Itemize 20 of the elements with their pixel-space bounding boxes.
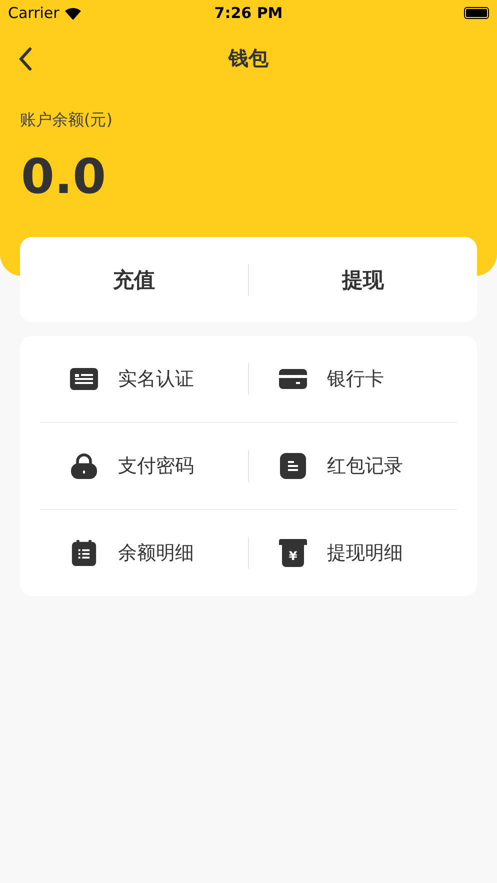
menu-item[interactable]: 银行卡: [249, 349, 457, 409]
bank-card-icon: [279, 366, 307, 392]
action-button[interactable]: 提现: [249, 256, 477, 304]
balance-amount: 0.0: [21, 153, 106, 201]
menu-item[interactable]: 红包记录: [249, 436, 457, 496]
menu-item[interactable]: 实名认证: [40, 349, 248, 409]
menu-item[interactable]: ¥ 提现明细: [249, 523, 457, 583]
carrier-name: Carrier: [8, 4, 60, 22]
balance-label: 账户余额(元): [20, 110, 112, 131]
wifi-icon: [64, 6, 82, 20]
action-button[interactable]: 充值: [20, 256, 248, 304]
status-time: 7:26 PM: [214, 4, 283, 22]
id-card-icon: [70, 366, 98, 392]
menu-item[interactable]: 余额明细: [40, 523, 248, 583]
list-icon: [70, 540, 98, 566]
lock-icon: [70, 453, 98, 479]
document-icon: [279, 453, 307, 479]
page-title: 钱包: [228, 44, 268, 72]
battery-icon: [464, 7, 490, 19]
menu-item[interactable]: 支付密码: [40, 436, 248, 496]
